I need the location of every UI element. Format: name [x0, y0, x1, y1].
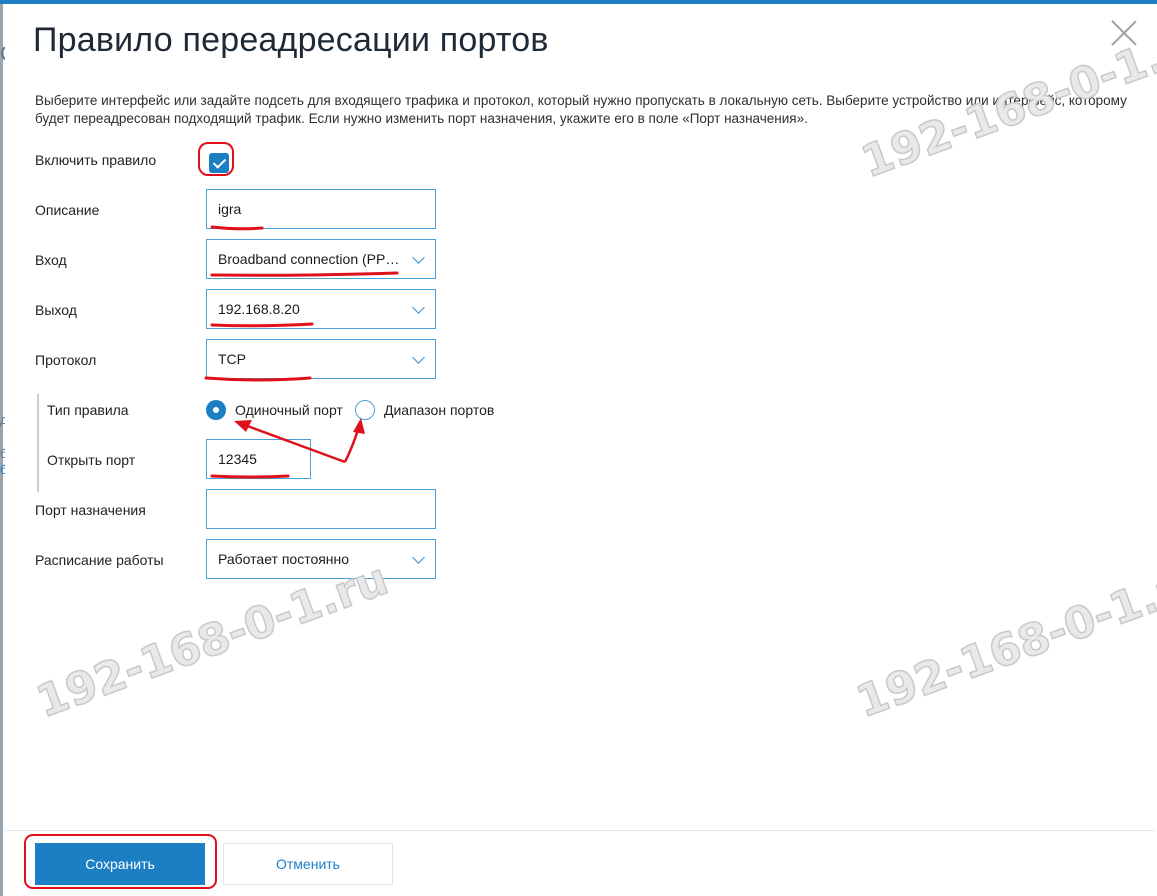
chevron-down-icon — [412, 301, 425, 314]
input-label: Вход — [35, 252, 67, 268]
dialog-description: Выберите интерфейс или задайте подсеть д… — [35, 93, 1127, 126]
chevron-down-icon — [412, 551, 425, 564]
protocol-value: TCP — [218, 351, 246, 367]
port-range-label[interactable]: Диапазон портов — [384, 402, 494, 418]
open-port-input[interactable]: 12345 — [206, 439, 311, 479]
protocol-label: Протокол — [35, 352, 97, 368]
close-icon[interactable] — [1110, 19, 1138, 47]
destination-port-input[interactable] — [206, 489, 436, 529]
schedule-value: Работает постоянно — [218, 551, 350, 567]
protocol-options-group-bar — [37, 394, 39, 492]
footer-divider — [5, 830, 1155, 831]
output-value: 192.168.8.20 — [218, 301, 300, 317]
single-port-radio[interactable] — [206, 400, 226, 420]
open-port-value: 12345 — [218, 451, 257, 467]
enable-rule-label: Включить правило — [35, 152, 157, 168]
description-input[interactable]: igra — [206, 189, 436, 229]
description-label: Описание — [35, 202, 100, 218]
port-range-radio[interactable] — [355, 400, 375, 420]
output-label: Выход — [35, 302, 77, 318]
output-select[interactable]: 192.168.8.20 — [206, 289, 436, 329]
single-port-label[interactable]: Одиночный порт — [235, 402, 343, 418]
input-select[interactable]: Broadband connection (PPPoE) — [206, 239, 436, 279]
dialog-title: Правило переадресации портов — [33, 21, 549, 59]
destination-port-label: Порт назначения — [35, 502, 146, 518]
rule-type-label: Тип правила — [47, 402, 129, 418]
chevron-down-icon — [412, 251, 425, 264]
save-button[interactable]: Сохранить — [35, 843, 205, 885]
chevron-down-icon — [412, 351, 425, 364]
description-value: igra — [218, 201, 242, 217]
port-forwarding-dialog: Правило переадресации портов Выберите ин… — [5, 4, 1155, 894]
cancel-button[interactable]: Отменить — [223, 843, 393, 885]
input-value: Broadband connection (PPPoE) — [218, 251, 401, 267]
enable-rule-checkbox[interactable] — [209, 153, 229, 173]
protocol-select[interactable]: TCP — [206, 339, 436, 379]
open-port-label: Открыть порт — [47, 452, 136, 468]
schedule-label: Расписание работы — [35, 552, 164, 568]
schedule-select[interactable]: Работает постоянно — [206, 539, 436, 579]
